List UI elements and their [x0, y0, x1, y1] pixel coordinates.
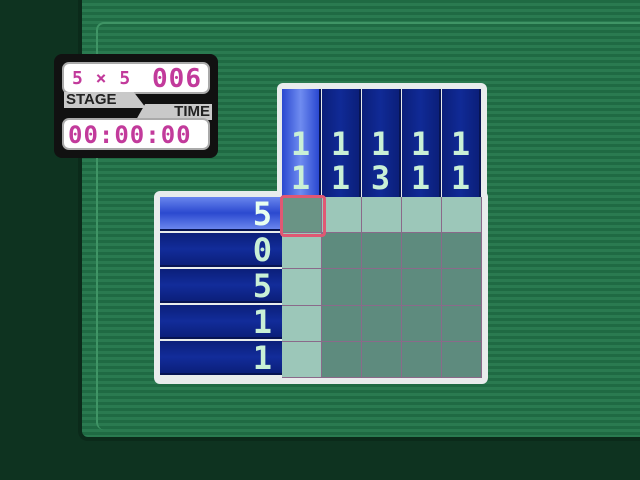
column-clue-value: 3: [370, 159, 391, 197]
row-clue-1: 5: [160, 197, 282, 231]
column-clue-5: 1 1: [442, 89, 481, 197]
row-clue-5: 1: [160, 341, 282, 375]
elapsed-time: 00:00:00: [68, 121, 192, 149]
stage-tag: STAGE: [64, 92, 146, 108]
grid-cell[interactable]: [402, 197, 442, 234]
grid-cell[interactable]: [362, 269, 402, 306]
grid-cell[interactable]: [402, 341, 442, 378]
grid-cell[interactable]: [322, 305, 362, 342]
grid-cell[interactable]: [322, 341, 362, 378]
row-clue-2: 0: [160, 233, 282, 267]
stage-display: 5 × 5 006: [62, 62, 210, 94]
grid-cell[interactable]: [442, 233, 482, 270]
column-clue-2: 1 1: [322, 89, 361, 197]
column-clue-value: 1: [410, 159, 431, 197]
grid-cell[interactable]: [362, 341, 402, 378]
column-clue-value: 1: [450, 125, 471, 163]
row-clue-4: 1: [160, 305, 282, 339]
stage-info-panel: 5 × 5 006 STAGE TIME 00:00:00: [54, 54, 218, 158]
grid-cell[interactable]: [442, 305, 482, 342]
grid-cell[interactable]: [362, 233, 402, 270]
grid-cell[interactable]: [402, 269, 442, 306]
column-clue-value: 1: [370, 125, 391, 163]
column-clue-3: 1 3: [362, 89, 401, 197]
column-clue-1: 1 1: [282, 89, 321, 197]
grid-cell[interactable]: [322, 233, 362, 270]
grid-cell[interactable]: [282, 269, 322, 306]
grid-cell[interactable]: [402, 305, 442, 342]
column-clue-value: 1: [290, 125, 311, 163]
selection-cursor: [280, 195, 326, 237]
grid-cell[interactable]: [442, 197, 482, 234]
stage-number: 006: [152, 64, 202, 94]
grid-cell[interactable]: [362, 305, 402, 342]
column-clue-value: 1: [450, 159, 471, 197]
row-clue-3: 5: [160, 269, 282, 303]
grid-cell[interactable]: [442, 269, 482, 306]
grid-size-label: 5 × 5: [72, 68, 132, 89]
grid-cell[interactable]: [442, 341, 482, 378]
grid-cell[interactable]: [282, 341, 322, 378]
grid-cell[interactable]: [362, 197, 402, 234]
column-clue-value: 1: [410, 125, 431, 163]
grid-cell[interactable]: [322, 269, 362, 306]
grid-cell[interactable]: [282, 305, 322, 342]
column-clue-4: 1 1: [402, 89, 441, 197]
grid-cell[interactable]: [282, 233, 322, 270]
grid-cell[interactable]: [402, 233, 442, 270]
column-clue-value: 1: [330, 159, 351, 197]
time-display: 00:00:00: [62, 118, 210, 150]
column-clue-value: 1: [290, 159, 311, 197]
column-clue-value: 1: [330, 125, 351, 163]
grid-cell[interactable]: [322, 197, 362, 234]
